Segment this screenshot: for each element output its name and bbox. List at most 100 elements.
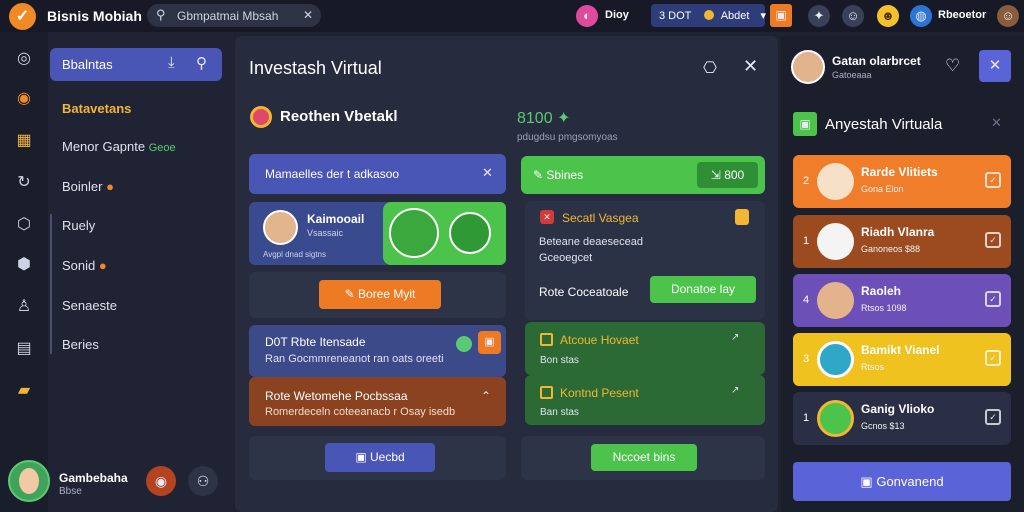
card-sub: Rtsos	[861, 362, 885, 372]
alert-icon: ✕	[540, 210, 554, 224]
check-icon	[456, 336, 472, 352]
fire-icon: ●	[106, 179, 114, 194]
sidebar-header[interactable]: Bbalntas ⤓ ⚲	[50, 48, 222, 81]
rank-number: 3	[803, 353, 810, 365]
list-item[interactable]: 2 Rarde Vlitiets Gona Elon ✓	[793, 155, 1011, 208]
rank-number: 2	[803, 175, 810, 187]
bottom-button-label: Gonvanend	[876, 474, 944, 489]
lock-icon[interactable]: ▣	[478, 331, 501, 354]
amount-sub: pdugdsu pmgsomyoas	[517, 132, 618, 143]
card-sub: Gona Elon	[861, 184, 904, 194]
green-header-label: ✎ Sbines	[533, 168, 583, 182]
amount-value: 8100 ✦	[517, 108, 570, 128]
users-button[interactable]: ⚇	[188, 466, 218, 496]
character-icon	[817, 341, 854, 378]
sidebar-item[interactable]: Boinler ●	[62, 179, 114, 194]
sidebar-item[interactable]: Senaeste	[62, 298, 117, 313]
left-bottom-button[interactable]: ▣ Uecbd	[325, 443, 435, 472]
sidebar-item[interactable]: Menor Gapnte Geoe	[62, 139, 176, 154]
globe-icon[interactable]: ◍	[910, 5, 932, 27]
avatar-small-icon[interactable]: ◐	[576, 5, 598, 27]
card-title: Raoleh	[861, 284, 902, 298]
chevron-up-icon[interactable]: ⌃	[481, 389, 491, 403]
search-input[interactable]: ⚲ Gbmpatmai Mbsah ✕	[147, 4, 321, 27]
character-icon	[817, 163, 854, 200]
chevron-down-icon[interactable]: ▾	[761, 10, 767, 22]
card-sub: Rtsos 1098	[861, 303, 907, 313]
shield-icon[interactable]: ♡	[945, 56, 960, 76]
expand-icon[interactable]: ↗	[731, 385, 739, 396]
special-card[interactable]: ✕ Secatl Vasgea Beteane deaesecead Gceoe…	[525, 201, 765, 320]
record-button[interactable]: ◉	[146, 466, 176, 496]
amount-text: 8100	[517, 110, 553, 127]
special-sub: Gceoegcet	[539, 252, 593, 264]
close-icon[interactable]: ✕	[991, 115, 1002, 131]
avatar[interactable]	[8, 460, 50, 502]
list-item[interactable]: Rote Wetomehe Pocbssaa Romerdeceln cotee…	[249, 377, 506, 426]
folder-icon[interactable]: ▰	[13, 380, 35, 402]
sidebar-item[interactable]: Beries	[62, 337, 99, 352]
close-icon[interactable]: ✕	[743, 56, 758, 77]
profile-caption: Avgpl dnad sigtns	[263, 250, 327, 259]
checkbox-icon[interactable]: ✓	[985, 409, 1001, 425]
profile-card[interactable]: Kaimooail Vsassaic Avgpl dnad sigtns	[249, 202, 506, 265]
task-item[interactable]: Atcoue Hovaet Bon stas ↗	[525, 322, 765, 375]
notification-button[interactable]: ▣	[770, 4, 792, 27]
user-icon[interactable]: ♙	[13, 296, 35, 318]
game-character-icon	[389, 208, 439, 258]
list-item[interactable]: 1 Riadh Vlanra Ganoneos $88 ✓	[793, 215, 1011, 268]
share-icon[interactable]: ⎔	[703, 58, 717, 78]
bottom-button[interactable]: ▣ Gonvanend	[793, 462, 1011, 501]
list-item-sub: Romerdeceln coteeanacb r Osay isedb	[265, 406, 456, 418]
emoji-icon[interactable]: ☻	[877, 5, 899, 27]
pencil-icon: ✎	[533, 168, 544, 182]
list-item[interactable]: 3 Bamikt Vianel Rtsos ✓	[793, 333, 1011, 386]
cube-icon[interactable]: ⬢	[13, 254, 35, 276]
checkbox-icon[interactable]: ✓	[985, 232, 1001, 248]
checkbox-icon[interactable]	[540, 386, 553, 399]
close-icon[interactable]: ✕	[482, 165, 493, 181]
wallet-pill[interactable]: 3 DOT Abdet ▾	[651, 4, 767, 27]
game-preview[interactable]	[383, 202, 506, 265]
download-icon[interactable]: ⤓	[168, 54, 175, 71]
banner-text: Mamaelles der t adkasoo	[265, 167, 400, 181]
rate-label: Rote Coceatoale	[539, 285, 629, 299]
orange-action-button[interactable]: ✎ Boree Myit	[319, 280, 441, 309]
list-item[interactable]: D0T Rbte Itensade Ran Gocmmreneanot ran …	[249, 325, 506, 377]
user-name: Gambebaha	[59, 471, 128, 485]
box-icon[interactable]: ⬡	[13, 214, 35, 236]
green-header[interactable]: ✎ Sbines ⇲ 800	[521, 156, 765, 194]
chart-icon[interactable]: ◉	[13, 88, 35, 110]
plus-icon: ✦	[557, 110, 571, 127]
sidebar-item[interactable]: Sonid ●	[62, 258, 107, 273]
home-icon[interactable]: ◎	[13, 48, 35, 70]
checkbox-icon[interactable]: ✓	[985, 350, 1001, 366]
banner[interactable]: Mamaelles der t adkasoo ✕	[249, 154, 506, 194]
list-item[interactable]: 4 Raoleh Rtsos 1098 ✓	[793, 274, 1011, 327]
close-icon[interactable]: ✕	[303, 8, 313, 22]
rank-number: 1	[803, 412, 810, 424]
rate-button[interactable]: Donatoe lay	[650, 276, 756, 303]
user-avatar-icon[interactable]: ☺	[997, 5, 1019, 27]
expand-icon[interactable]: ↗	[731, 332, 739, 343]
card-sub: Ganoneos $88	[861, 244, 921, 254]
avatar[interactable]	[791, 50, 825, 84]
action-row: ✎ Boree Myit	[249, 272, 506, 318]
profile-avatar	[263, 210, 298, 245]
checkbox-icon[interactable]: ✓	[985, 291, 1001, 307]
main-panel: Investash Virtual ⎔ ✕ Reothen Vbetakl 81…	[235, 36, 778, 512]
right-bottom-button[interactable]: Nccoet bins	[591, 444, 697, 471]
profile-icon[interactable]: ☺	[842, 5, 864, 27]
calendar-icon[interactable]: ▦	[13, 130, 35, 152]
checkbox-icon[interactable]: ✓	[985, 172, 1001, 188]
gift-icon[interactable]: ✦	[808, 5, 830, 27]
checkbox-icon[interactable]	[540, 333, 553, 346]
task-item[interactable]: Kontnd Pesent Ban stas ↗	[525, 375, 765, 425]
sidebar-header-label: Bbalntas	[62, 57, 113, 72]
list-item[interactable]: 1 Ganig Vlioko Gcnos $13 ✓	[793, 392, 1011, 445]
refresh-icon[interactable]: ↻	[13, 172, 35, 194]
apps-icon[interactable]: ▤	[13, 338, 35, 360]
search-icon[interactable]: ⚲	[196, 54, 207, 72]
close-button[interactable]: ✕	[979, 50, 1011, 82]
sidebar-item[interactable]: Ruely	[62, 218, 95, 233]
